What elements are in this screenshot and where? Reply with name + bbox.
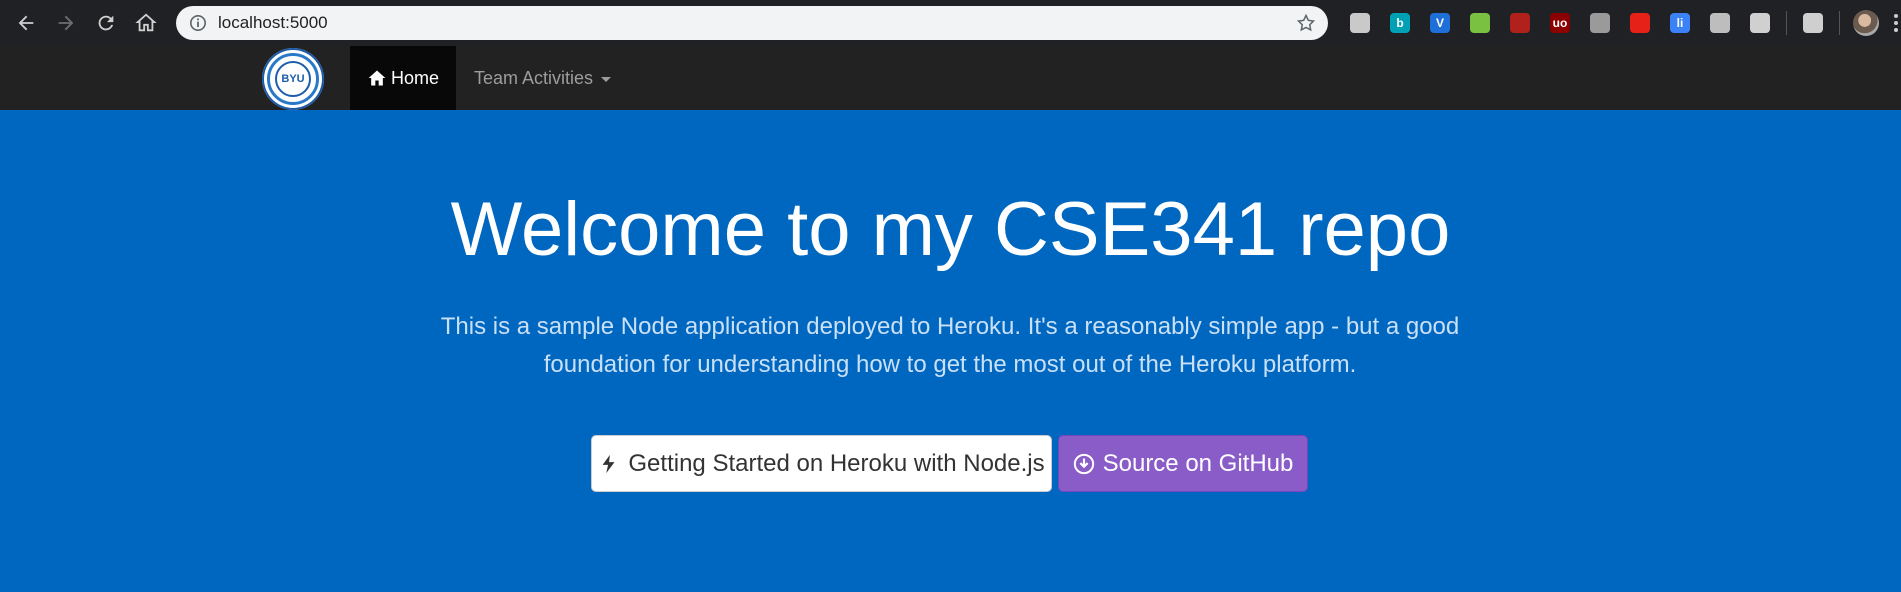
nav-team-label: Team Activities xyxy=(474,67,594,88)
media-extension-button[interactable] xyxy=(1580,0,1620,46)
getting-started-button[interactable]: Getting Started on Heroku with Node.js xyxy=(591,435,1052,492)
info-icon[interactable] xyxy=(188,13,208,33)
vivaldi-extension-button[interactable]: V xyxy=(1420,0,1460,46)
toolbar-separator xyxy=(1786,11,1787,35)
pdf-extension-button[interactable] xyxy=(1500,0,1540,46)
evernote-extension-button[interactable] xyxy=(1460,0,1500,46)
bing-extension-button[interactable]: b xyxy=(1380,0,1420,46)
lightning-bolt-icon xyxy=(602,454,615,473)
ublock-extension-button[interactable]: uo xyxy=(1540,0,1580,46)
home-icon xyxy=(368,70,386,86)
extensions-bar: b Vuo li xyxy=(1340,0,1901,46)
arrow-right-icon xyxy=(58,15,74,31)
browser-toolbar: localhost:5000 b Vuo li xyxy=(0,0,1901,46)
location-pin-icon xyxy=(1350,13,1370,33)
browser-menu-icon[interactable] xyxy=(1886,0,1901,46)
page-title: Welcome to my CSE341 repo xyxy=(450,187,1451,272)
hero-description: This is a sample Node application deploy… xyxy=(440,313,1460,378)
bar-extension-button[interactable]: li xyxy=(1660,0,1700,46)
ublock-icon: uo xyxy=(1550,13,1570,33)
profile-button[interactable] xyxy=(1846,0,1886,46)
evernote-icon xyxy=(1470,13,1490,33)
forward-button[interactable] xyxy=(46,3,86,43)
nav-team-activities-dropdown[interactable]: Team Activities xyxy=(474,46,612,110)
bookmark-star-icon[interactable] xyxy=(1296,13,1316,33)
location-pin-extension-button[interactable] xyxy=(1340,0,1380,46)
site-navbar: BYU Home Team Activities xyxy=(0,46,1901,111)
media-icon xyxy=(1590,13,1610,33)
logo-text: BYU xyxy=(275,61,311,97)
home-icon xyxy=(135,13,157,32)
caret-down-icon xyxy=(601,76,612,82)
youtube-icon xyxy=(1630,13,1650,33)
source-on-github-button[interactable]: Source on GitHub xyxy=(1058,435,1308,492)
gear-icon xyxy=(1710,13,1730,33)
bar-icon: li xyxy=(1670,13,1690,33)
download-circle-icon xyxy=(1073,453,1094,474)
react-extension-button[interactable] xyxy=(1740,0,1780,46)
reload-icon xyxy=(98,15,114,31)
hero-section: Welcome to my CSE341 repo This is a samp… xyxy=(0,110,1901,592)
toolbar-separator xyxy=(1839,11,1840,35)
nav-home-link[interactable]: Home xyxy=(350,46,456,110)
nav-home-label: Home xyxy=(390,67,439,88)
logo-ring: BYU xyxy=(267,53,319,105)
address-bar[interactable]: localhost:5000 xyxy=(176,6,1328,40)
byu-logo[interactable]: BYU xyxy=(262,48,324,110)
home-button[interactable] xyxy=(126,3,166,43)
url-text: localhost:5000 xyxy=(218,13,328,32)
react-icon xyxy=(1750,13,1770,33)
arrow-left-icon xyxy=(18,15,34,31)
pdf-icon xyxy=(1510,13,1530,33)
back-button[interactable] xyxy=(6,3,46,43)
source-on-github-label: Source on GitHub xyxy=(1102,449,1294,477)
gear-extension-button[interactable] xyxy=(1700,0,1740,46)
reload-button[interactable] xyxy=(86,3,126,43)
playlist-extension-button[interactable] xyxy=(1793,0,1833,46)
getting-started-label: Getting Started on Heroku with Node.js xyxy=(628,449,1045,477)
youtube-extension-button[interactable] xyxy=(1620,0,1660,46)
bing-icon: b xyxy=(1390,13,1410,33)
vivaldi-icon: V xyxy=(1430,13,1450,33)
avatar xyxy=(1853,10,1879,36)
playlist-icon xyxy=(1803,13,1823,33)
